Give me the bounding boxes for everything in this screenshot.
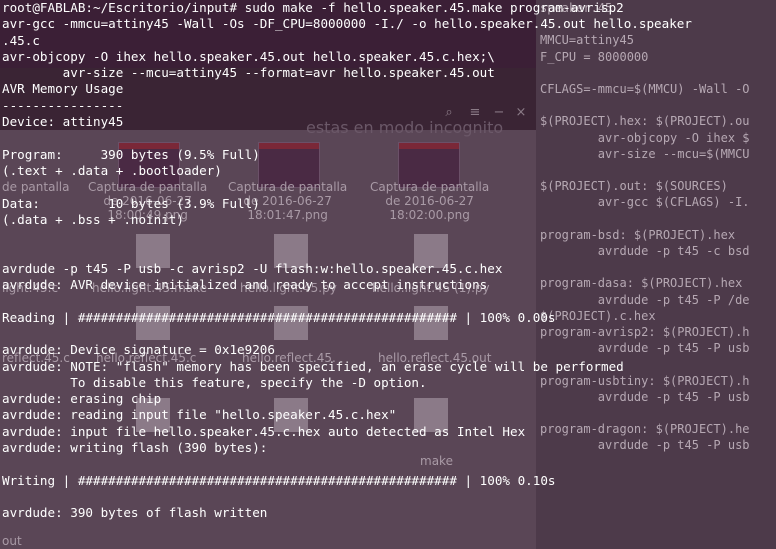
terminal-line: avrdude: erasing chip [2, 391, 162, 407]
terminal-line: (.text + .data + .bootloader) [2, 162, 222, 178]
terminal-line: avr-gcc -mmcu=attiny45 -Wall -Os -DF_CPU… [2, 16, 692, 32]
terminal-line: (.data + .bss + .noinit) [2, 211, 184, 227]
terminal-line: avrdude: AVR device initialized and read… [2, 277, 488, 293]
terminal-line: avrdude -p t45 -P usb -c avrisp2 -U flas… [2, 260, 503, 276]
terminal-line: avrdude: NOTE: "flash" memory has been s… [2, 358, 624, 374]
terminal-output[interactable]: root@FABLAB:~/Escritorio/input# sudo mak… [0, 0, 776, 549]
terminal-line: avr-objcopy -O ihex hello.speaker.45.out… [2, 48, 495, 64]
terminal-line: Device: attiny45 [2, 114, 124, 130]
terminal-line: AVR Memory Usage [2, 81, 124, 97]
terminal-line: avrdude: Device signature = 0x1e9206 [2, 342, 275, 358]
terminal-line: avrdude: input file hello.speaker.45.c.h… [2, 423, 526, 439]
terminal-line: Writing | ##############################… [2, 472, 556, 488]
terminal-line: .45.c [2, 32, 40, 48]
terminal-line: To disable this feature, specify the -D … [2, 374, 427, 390]
terminal-line: root@FABLAB:~/Escritorio/input# sudo mak… [2, 0, 624, 15]
terminal-line: avrdude: 390 bytes of flash written [2, 505, 268, 521]
terminal-line: avrdude: reading input file "hello.speak… [2, 407, 397, 423]
terminal-line: ---------------- [2, 97, 124, 113]
terminal-line: avr-size --mcu=attiny45 --format=avr hel… [2, 65, 495, 81]
terminal-line: Program: 390 bytes (9.5% Full) [2, 146, 260, 162]
terminal-line: avrdude: writing flash (390 bytes): [2, 440, 268, 456]
terminal-line: Reading | ##############################… [2, 309, 556, 325]
terminal-line: Data: 10 bytes (3.9% Full) [2, 195, 260, 211]
